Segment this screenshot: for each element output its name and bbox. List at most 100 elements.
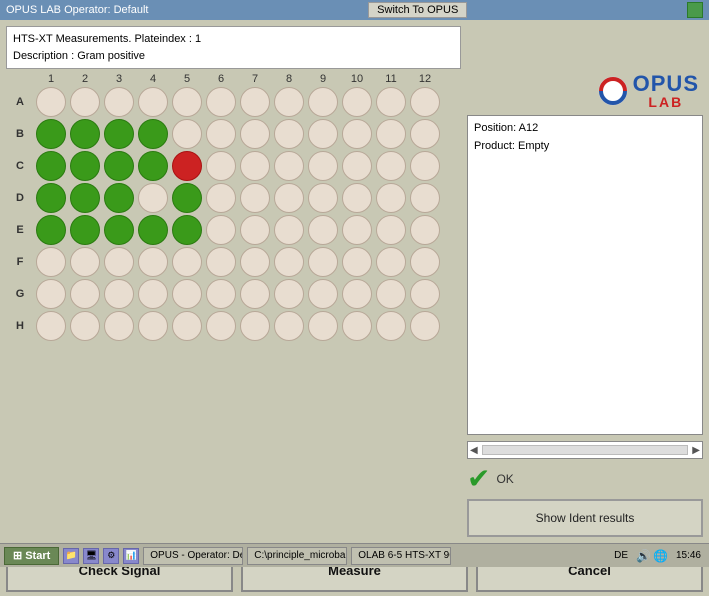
well-D2[interactable] [70, 183, 100, 213]
well-H1[interactable] [36, 311, 66, 341]
well-E8[interactable] [274, 215, 304, 245]
well-E2[interactable] [70, 215, 100, 245]
well-F7[interactable] [240, 247, 270, 277]
well-A4[interactable] [138, 87, 168, 117]
well-A1[interactable] [36, 87, 66, 117]
well-A2[interactable] [70, 87, 100, 117]
well-C7[interactable] [240, 151, 270, 181]
well-A9[interactable] [308, 87, 338, 117]
start-button[interactable]: ⊞ Start [4, 547, 59, 565]
well-C1[interactable] [36, 151, 66, 181]
scroll-left-arrow[interactable]: ◀ [470, 445, 478, 456]
well-D8[interactable] [274, 183, 304, 213]
well-G8[interactable] [274, 279, 304, 309]
well-F5[interactable] [172, 247, 202, 277]
well-G6[interactable] [206, 279, 236, 309]
well-E10[interactable] [342, 215, 372, 245]
well-B10[interactable] [342, 119, 372, 149]
well-G4[interactable] [138, 279, 168, 309]
well-A7[interactable] [240, 87, 270, 117]
well-G11[interactable] [376, 279, 406, 309]
well-F12[interactable] [410, 247, 440, 277]
well-F10[interactable] [342, 247, 372, 277]
well-E11[interactable] [376, 215, 406, 245]
well-E5[interactable] [172, 215, 202, 245]
well-H10[interactable] [342, 311, 372, 341]
well-B3[interactable] [104, 119, 134, 149]
well-C10[interactable] [342, 151, 372, 181]
well-C5[interactable] [172, 151, 202, 181]
well-E3[interactable] [104, 215, 134, 245]
well-G3[interactable] [104, 279, 134, 309]
well-D4[interactable] [138, 183, 168, 213]
well-B12[interactable] [410, 119, 440, 149]
well-C6[interactable] [206, 151, 236, 181]
well-F1[interactable] [36, 247, 66, 277]
switch-to-opus-button[interactable]: Switch To OPUS [368, 2, 467, 18]
well-H3[interactable] [104, 311, 134, 341]
taskbar-icon-1[interactable]: 📁 [63, 548, 79, 564]
scroll-right-arrow[interactable]: ▶ [692, 445, 700, 456]
well-C2[interactable] [70, 151, 100, 181]
well-E7[interactable] [240, 215, 270, 245]
well-H7[interactable] [240, 311, 270, 341]
taskbar-item-olab[interactable]: OLAB 6-5 HTS-XT 96T... [351, 547, 451, 565]
well-D7[interactable] [240, 183, 270, 213]
well-B7[interactable] [240, 119, 270, 149]
well-D10[interactable] [342, 183, 372, 213]
well-H11[interactable] [376, 311, 406, 341]
well-G2[interactable] [70, 279, 100, 309]
well-D12[interactable] [410, 183, 440, 213]
well-B11[interactable] [376, 119, 406, 149]
show-ident-results-button[interactable]: Show Ident results [467, 499, 703, 537]
well-E6[interactable] [206, 215, 236, 245]
well-H4[interactable] [138, 311, 168, 341]
taskbar-icon-4[interactable]: 📊 [123, 548, 139, 564]
well-F2[interactable] [70, 247, 100, 277]
well-E1[interactable] [36, 215, 66, 245]
well-A11[interactable] [376, 87, 406, 117]
well-H5[interactable] [172, 311, 202, 341]
well-D11[interactable] [376, 183, 406, 213]
well-G9[interactable] [308, 279, 338, 309]
well-C4[interactable] [138, 151, 168, 181]
well-C11[interactable] [376, 151, 406, 181]
well-B9[interactable] [308, 119, 338, 149]
well-H12[interactable] [410, 311, 440, 341]
well-D3[interactable] [104, 183, 134, 213]
well-G10[interactable] [342, 279, 372, 309]
well-C8[interactable] [274, 151, 304, 181]
taskbar-icon-3[interactable]: ⚙ [103, 548, 119, 564]
well-H6[interactable] [206, 311, 236, 341]
well-G12[interactable] [410, 279, 440, 309]
well-G5[interactable] [172, 279, 202, 309]
well-H9[interactable] [308, 311, 338, 341]
well-A8[interactable] [274, 87, 304, 117]
taskbar-item-file[interactable]: C:\principle_microbal... [247, 547, 347, 565]
well-A10[interactable] [342, 87, 372, 117]
well-F3[interactable] [104, 247, 134, 277]
taskbar-icon-2[interactable]: 🖥 [83, 548, 99, 564]
taskbar-item-opus[interactable]: OPUS - Operator: De... [143, 547, 243, 565]
well-C12[interactable] [410, 151, 440, 181]
well-D1[interactable] [36, 183, 66, 213]
well-E4[interactable] [138, 215, 168, 245]
well-B2[interactable] [70, 119, 100, 149]
well-H8[interactable] [274, 311, 304, 341]
well-B1[interactable] [36, 119, 66, 149]
well-B4[interactable] [138, 119, 168, 149]
well-D6[interactable] [206, 183, 236, 213]
well-F9[interactable] [308, 247, 338, 277]
well-D9[interactable] [308, 183, 338, 213]
well-C9[interactable] [308, 151, 338, 181]
well-E9[interactable] [308, 215, 338, 245]
well-F8[interactable] [274, 247, 304, 277]
well-B5[interactable] [172, 119, 202, 149]
well-A12[interactable] [410, 87, 440, 117]
well-F11[interactable] [376, 247, 406, 277]
well-D5[interactable] [172, 183, 202, 213]
well-G1[interactable] [36, 279, 66, 309]
well-B8[interactable] [274, 119, 304, 149]
well-C3[interactable] [104, 151, 134, 181]
well-E12[interactable] [410, 215, 440, 245]
